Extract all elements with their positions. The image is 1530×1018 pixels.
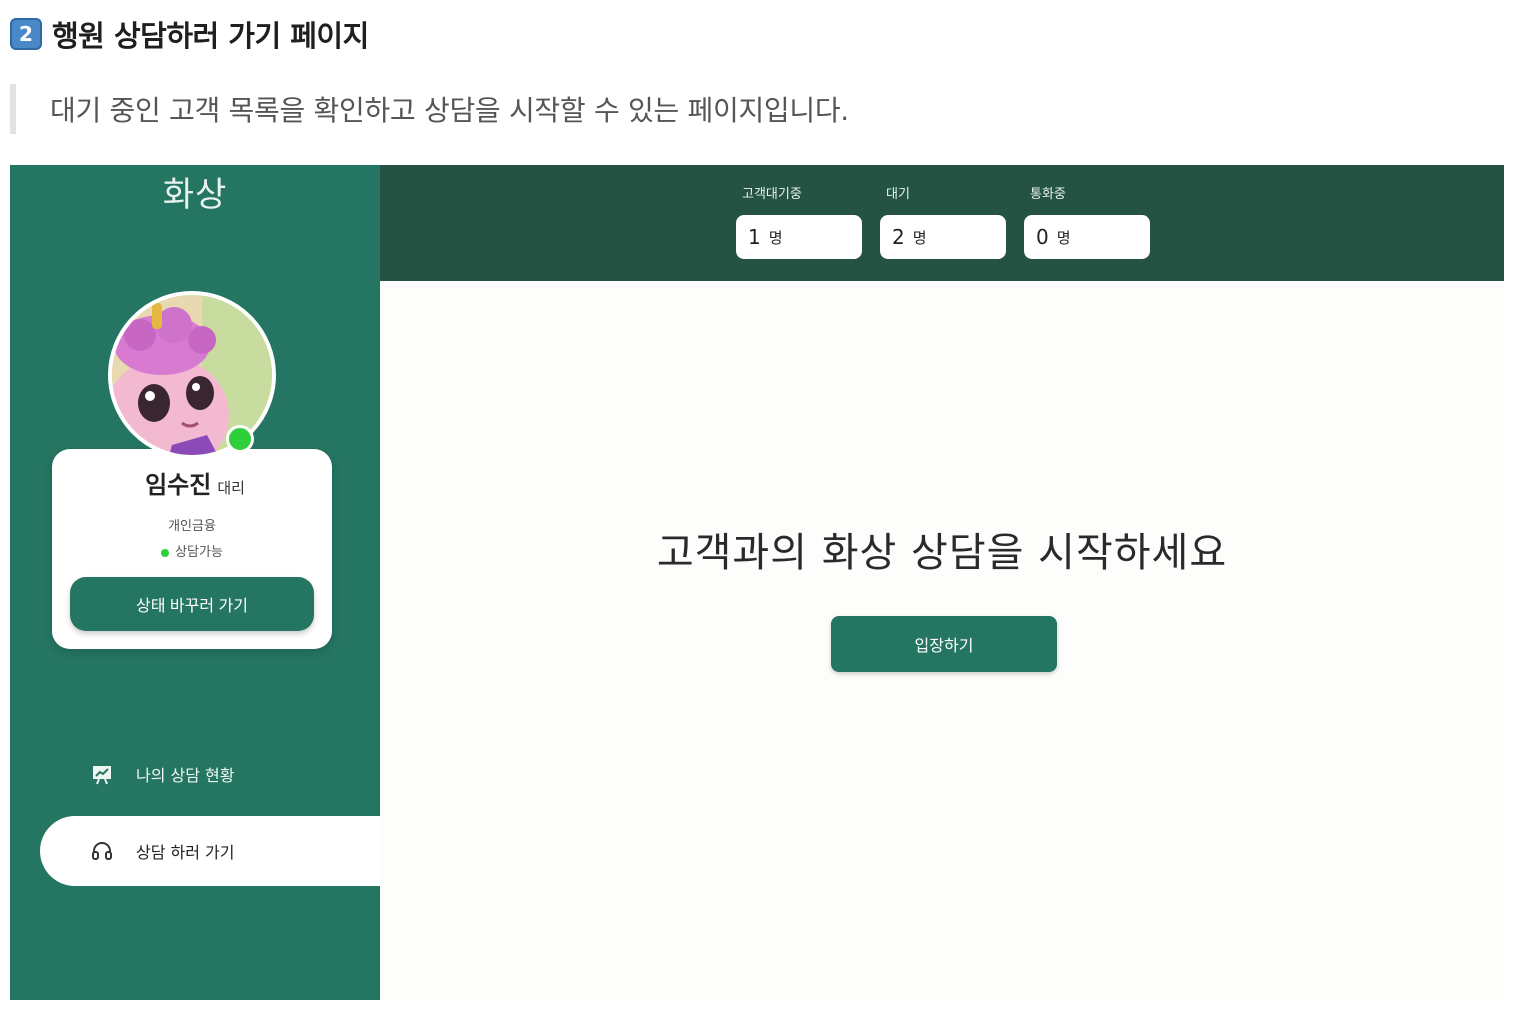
stat-value: 0: [1036, 225, 1049, 249]
status-dot: [161, 548, 170, 557]
stat-value-box: 0 명: [1024, 215, 1150, 259]
stat-unit: 명: [912, 228, 927, 247]
section-title: 행원 상담하러 가기 페이지: [52, 19, 369, 53]
stat-value-box: 1 명: [736, 215, 862, 259]
profile-rank: 대리: [217, 479, 245, 497]
app-screenshot: 화상 임수진 대리 개인금융 상담가능 상태 바꾸러 가기 나의 상담 현황 상…: [10, 165, 1504, 1000]
stat-waiting: 대기 2 명: [880, 183, 1006, 259]
description-text: 대기 중인 고객 목록을 확인하고 상담을 시작할 수 있는 페이지입니다.: [50, 94, 849, 127]
profile-name: 임수진: [145, 471, 212, 499]
stat-waiting-customers: 고객대기중 1 명: [736, 183, 862, 259]
stat-label: 통화중: [1030, 187, 1066, 202]
sidebar-item-label: 상담 하러 가기: [136, 843, 235, 862]
enter-room-button[interactable]: 입장하기: [831, 616, 1057, 672]
stat-label: 고객대기중: [742, 187, 802, 202]
presentation-board-icon: [90, 762, 114, 786]
stat-value: 2: [892, 225, 905, 249]
sidebar-item-go-consult[interactable]: 상담 하러 가기: [40, 816, 380, 886]
stat-unit: 명: [768, 228, 783, 247]
profile-name-row: 임수진 대리: [10, 465, 380, 500]
logo-text: 화상: [162, 175, 228, 215]
online-status-indicator: [226, 425, 254, 453]
sidebar-item-my-consultations[interactable]: 나의 상담 현황: [40, 739, 380, 809]
change-status-button[interactable]: 상태 바꾸러 가기: [70, 577, 314, 631]
stat-unit: 명: [1056, 228, 1071, 247]
header-bar: 고객대기중 1 명 대기 2 명 통화중 0 명: [380, 165, 1504, 281]
profile-status: 상담가능: [10, 541, 374, 560]
sidebar: 화상 임수진 대리 개인금융 상담가능 상태 바꾸러 가기 나의 상담 현황 상…: [10, 165, 380, 1000]
stat-value-box: 2 명: [880, 215, 1006, 259]
stat-value: 1: [748, 225, 761, 249]
section-heading: 2 행원 상담하러 가기 페이지: [10, 14, 369, 54]
stat-label: 대기: [886, 187, 910, 202]
headset-icon: [90, 839, 114, 863]
sidebar-item-label: 나의 상담 현황: [136, 766, 235, 785]
profile-status-text: 상담가능: [175, 545, 223, 560]
section-number-badge: 2: [10, 18, 42, 50]
profile-department: 개인금융: [168, 519, 216, 534]
description-quote: 대기 중인 고객 목록을 확인하고 상담을 시작할 수 있는 페이지입니다.: [10, 84, 849, 134]
stat-in-call: 통화중 0 명: [1024, 183, 1150, 259]
app-logo[interactable]: 화상: [10, 167, 380, 216]
main-message: 고객과의 화상 상담을 시작하세요: [656, 530, 1228, 576]
